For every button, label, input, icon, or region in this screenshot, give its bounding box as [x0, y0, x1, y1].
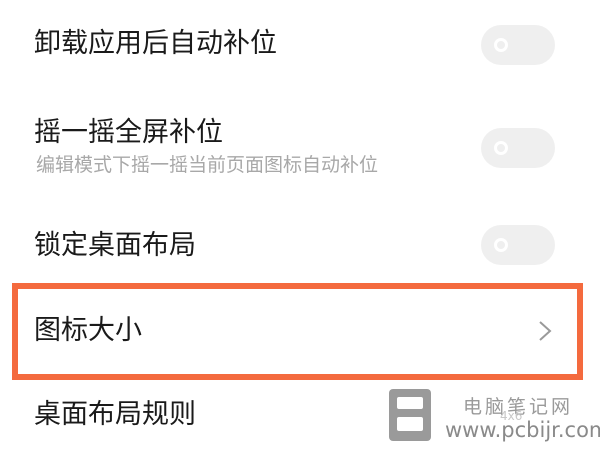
setting-title: 摇一摇全屏补位	[34, 117, 223, 148]
watermark-logo	[389, 389, 431, 441]
highlight-box	[12, 283, 583, 380]
toggle-knob	[494, 38, 508, 52]
watermark-url: www.pcbijr.com	[445, 418, 600, 442]
toggle-knob	[494, 238, 508, 252]
setting-title: 锁定桌面布局	[34, 230, 196, 261]
toggle-switch-auto-fill-uninstall[interactable]	[481, 25, 555, 65]
toggle-switch-shake-fill[interactable]	[481, 128, 555, 168]
setting-row-shake-fill[interactable]: 摇一摇全屏补位 编辑模式下摇一摇当前页面图标自动补位	[0, 95, 600, 195]
setting-subtitle: 编辑模式下摇一摇当前页面图标自动补位	[36, 154, 379, 176]
setting-row-auto-fill-uninstall[interactable]: 卸载应用后自动补位	[0, 0, 600, 95]
toggle-knob	[494, 141, 508, 155]
toggle-switch-lock-layout[interactable]	[481, 225, 555, 265]
setting-title: 桌面布局规则	[34, 399, 196, 430]
setting-row-lock-layout[interactable]: 锁定桌面布局	[0, 195, 600, 283]
setting-title: 卸载应用后自动补位	[34, 28, 277, 59]
